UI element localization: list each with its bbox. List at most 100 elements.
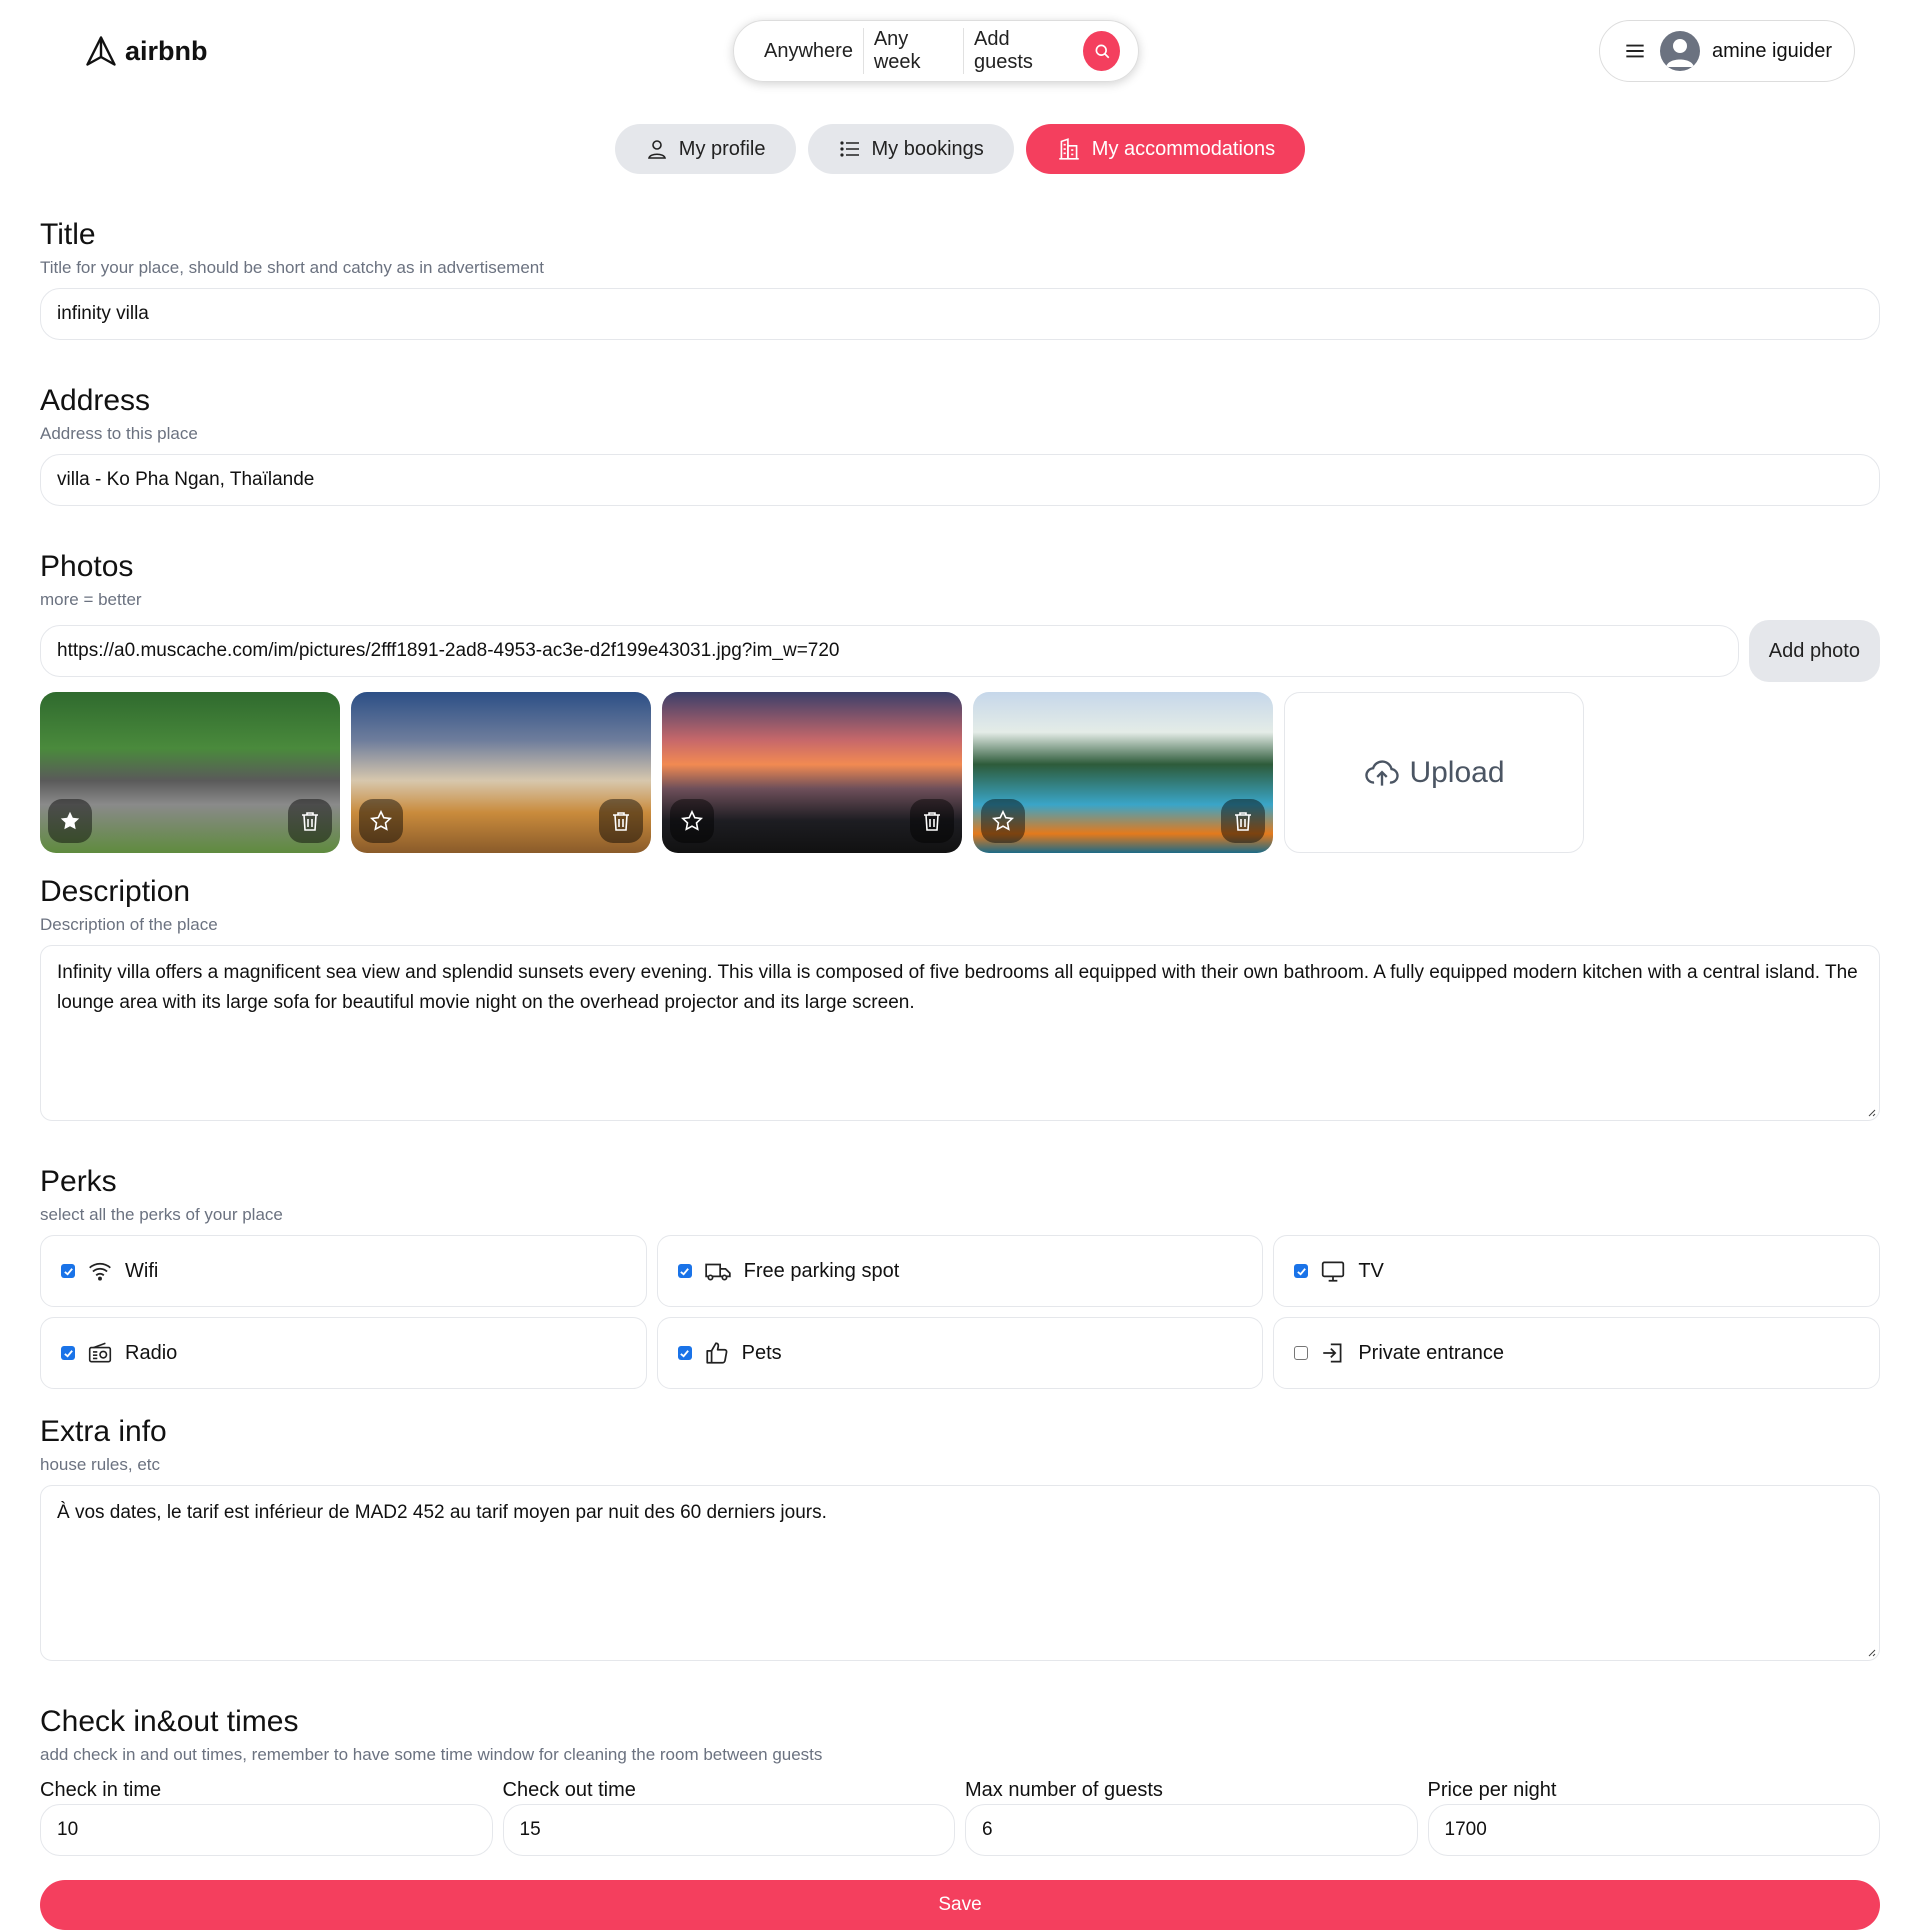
set-main-photo-button[interactable]	[670, 799, 714, 843]
search-any-week[interactable]: Any week	[864, 28, 963, 74]
max-guests-input[interactable]: 6	[965, 1804, 1418, 1856]
max-guests-group: Max number of guests 6	[965, 1779, 1418, 1856]
price-input[interactable]: 1700	[1427, 1804, 1880, 1856]
photos-heading: Photos	[40, 550, 134, 583]
description-textarea[interactable]: Infinity villa offers a magnificent sea …	[40, 945, 1880, 1121]
perk-private-entrance[interactable]: Private entrance	[1273, 1317, 1880, 1389]
list-icon	[839, 141, 859, 157]
tv-icon	[1322, 1261, 1345, 1282]
perks-grid: Wifi Free parking spot TV Radio Pets Pri…	[40, 1235, 1880, 1389]
search-button[interactable]	[1083, 31, 1120, 71]
app-name: airbnb	[125, 35, 208, 66]
check-in-value: 10	[57, 1819, 79, 1840]
delete-photo-button[interactable]	[910, 799, 954, 843]
user-icon	[647, 140, 666, 159]
search-add-guests[interactable]: Add guests	[964, 28, 1075, 74]
perk-pets[interactable]: Pets	[656, 1317, 1264, 1389]
search-bar[interactable]: Anywhere Any week Add guests	[733, 20, 1139, 82]
check-out-value: 15	[519, 1819, 541, 1840]
extra-info-value: À vos dates, le tarif est inférieur de M…	[57, 1502, 827, 1523]
star-outline-icon	[370, 809, 392, 831]
perk-checkbox[interactable]	[1294, 1346, 1309, 1360]
address-value: villa - Ko Pha Ngan, Thaïlande	[57, 469, 315, 490]
photo-gallery: Upload	[40, 692, 1880, 853]
trash-icon	[924, 812, 940, 831]
save-button[interactable]: Save	[40, 1880, 1880, 1930]
search-anywhere[interactable]: Anywhere	[754, 40, 863, 63]
user-menu[interactable]: amine iguider	[1599, 20, 1855, 82]
set-main-photo-button[interactable]	[359, 799, 403, 843]
extra-info-subtext: house rules, etc	[40, 1455, 161, 1474]
delete-photo-button[interactable]	[1221, 799, 1265, 843]
perk-checkbox[interactable]	[61, 1264, 75, 1278]
address-input[interactable]: villa - Ko Pha Ngan, Thaïlande	[40, 454, 1880, 506]
photo-link-row: https://a0.muscache.com/im/pictures/2fff…	[40, 620, 1880, 682]
tab-label: My accommodations	[1091, 137, 1276, 160]
perk-checkbox[interactable]	[677, 1346, 692, 1360]
check-icon	[680, 1349, 690, 1358]
perk-wifi[interactable]: Wifi	[40, 1235, 647, 1307]
perk-radio[interactable]: Radio	[40, 1317, 647, 1389]
star-outline-icon	[681, 809, 703, 831]
photo-thumbnail	[351, 692, 651, 853]
tab-my-bookings[interactable]: My bookings	[807, 124, 1014, 174]
user-name: amine iguider	[1712, 39, 1833, 62]
upload-label: Upload	[1409, 755, 1505, 789]
trash-icon	[613, 812, 629, 831]
perk-label: TV	[1358, 1259, 1384, 1282]
tab-label: My bookings	[871, 137, 984, 160]
search-icon	[1095, 44, 1110, 59]
address-subtext: Address to this place	[40, 424, 198, 443]
check-out-label: Check out time	[502, 1779, 636, 1801]
photos-subtext: more = better	[40, 590, 142, 609]
perk-label: Free parking spot	[743, 1259, 900, 1282]
resize-handle-icon[interactable]	[1866, 1107, 1876, 1117]
times-grid: Check in time 10 Check out time 15 Max n…	[40, 1779, 1880, 1856]
perk-label: Radio	[125, 1341, 178, 1364]
delete-photo-button[interactable]	[288, 799, 332, 843]
menu-icon	[1626, 44, 1644, 58]
star-outline-icon	[992, 809, 1014, 831]
set-main-photo-button[interactable]	[48, 799, 92, 843]
perk-label: Private entrance	[1358, 1341, 1504, 1364]
photo-link-input[interactable]: https://a0.muscache.com/im/pictures/2fff…	[40, 625, 1739, 677]
tab-label: My profile	[678, 137, 766, 160]
perk-free-parking[interactable]: Free parking spot	[656, 1235, 1264, 1307]
add-photo-button[interactable]: Add photo	[1748, 620, 1880, 682]
check-out-group: Check out time 15	[502, 1779, 955, 1856]
perk-checkbox[interactable]	[1294, 1264, 1309, 1278]
perk-checkbox[interactable]	[61, 1346, 75, 1360]
price-label: Price per night	[1427, 1779, 1557, 1801]
check-icon	[680, 1267, 690, 1276]
times-subtext: add check in and out times, remember to …	[40, 1745, 823, 1764]
description-subtext: Description of the place	[40, 915, 218, 934]
perks-heading: Perks	[40, 1165, 117, 1198]
star-filled-icon	[60, 811, 80, 830]
price-group: Price per night 1700	[1427, 1779, 1880, 1856]
trash-icon	[1235, 812, 1251, 831]
check-in-input[interactable]: 10	[40, 1804, 493, 1856]
description-heading: Description	[40, 875, 191, 908]
wifi-icon	[89, 1262, 111, 1281]
title-input[interactable]: infinity villa	[40, 288, 1880, 340]
perk-checkbox[interactable]	[677, 1264, 692, 1278]
tab-my-accommodations[interactable]: My accommodations	[1025, 124, 1306, 174]
resize-handle-icon[interactable]	[1866, 1647, 1876, 1657]
avatar	[1660, 31, 1700, 71]
price-value: 1700	[1444, 1819, 1487, 1840]
photo-thumbnail	[973, 692, 1273, 853]
description-value: Infinity villa offers a magnificent sea …	[57, 962, 1858, 1013]
tab-my-profile[interactable]: My profile	[614, 124, 796, 174]
check-out-input[interactable]: 15	[502, 1804, 955, 1856]
title-subtext: Title for your place, should be short an…	[40, 258, 544, 277]
upload-button[interactable]: Upload	[1284, 692, 1584, 853]
delete-photo-button[interactable]	[599, 799, 643, 843]
times-heading: Check in&out times	[40, 1705, 299, 1738]
perk-tv[interactable]: TV	[1273, 1235, 1880, 1307]
set-main-photo-button[interactable]	[981, 799, 1025, 843]
truck-icon	[704, 1263, 731, 1281]
max-guests-value: 6	[982, 1819, 993, 1840]
extra-info-textarea[interactable]: À vos dates, le tarif est inférieur de M…	[40, 1485, 1880, 1661]
perk-label: Pets	[741, 1341, 782, 1364]
airbnb-logo[interactable]: airbnb	[83, 32, 208, 70]
